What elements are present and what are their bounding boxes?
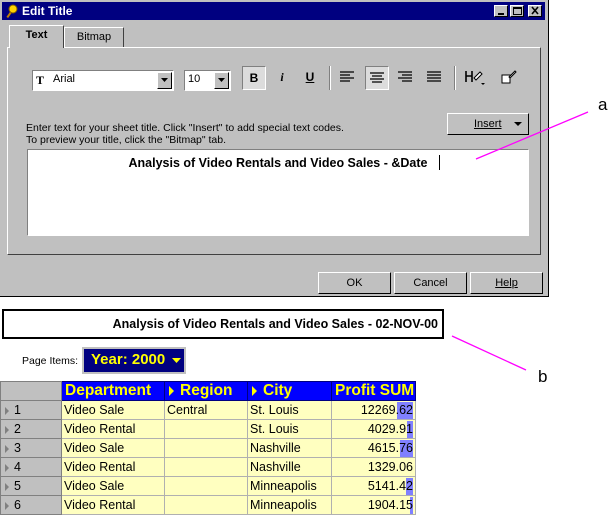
callout-label-b: b bbox=[538, 367, 548, 386]
table-row[interactable]: 1 Video Sale Central St. Louis 12269.62 bbox=[0, 400, 416, 420]
row-number: 3 bbox=[14, 441, 21, 455]
row-header[interactable]: 5 bbox=[0, 476, 62, 496]
column-header-region[interactable]: Region bbox=[164, 381, 248, 401]
cell-city[interactable]: St. Louis bbox=[247, 419, 332, 439]
column-header-label: Profit SUM bbox=[335, 382, 415, 400]
row-arrow-icon bbox=[5, 463, 9, 472]
cell-profit[interactable]: 4615.76 bbox=[331, 438, 416, 458]
cell-profit[interactable]: 4029.91 bbox=[331, 419, 416, 439]
corner-cell bbox=[0, 381, 62, 401]
row-number: 4 bbox=[14, 460, 21, 474]
row-arrow-icon bbox=[5, 425, 9, 434]
row-header[interactable]: 4 bbox=[0, 457, 62, 477]
row-number: 6 bbox=[14, 498, 21, 512]
cell-city[interactable]: Nashville bbox=[247, 438, 332, 458]
profit-value: 12269.62 bbox=[360, 403, 413, 417]
column-header-department[interactable]: Department bbox=[61, 381, 165, 401]
row-arrow-icon bbox=[5, 406, 9, 415]
cell-city[interactable]: St. Louis bbox=[247, 400, 332, 420]
row-header[interactable]: 3 bbox=[0, 438, 62, 458]
row-arrow-icon bbox=[5, 501, 9, 510]
column-header-label: Department bbox=[65, 382, 152, 400]
callout-line-b bbox=[451, 335, 527, 371]
expand-arrow-icon bbox=[169, 385, 174, 396]
cell-profit[interactable]: 5141.42 bbox=[331, 476, 416, 496]
row-arrow-icon bbox=[5, 482, 9, 491]
cell-city[interactable]: Minneapolis bbox=[247, 495, 332, 515]
cell-department[interactable]: Video Sale bbox=[61, 400, 165, 420]
column-header-city[interactable]: City bbox=[247, 381, 332, 401]
cell-profit[interactable]: 1329.06 bbox=[331, 457, 416, 477]
cell-city[interactable]: Minneapolis bbox=[247, 476, 332, 496]
cell-region[interactable] bbox=[164, 495, 248, 515]
table-row[interactable]: 2 Video Rental St. Louis 4029.91 bbox=[0, 419, 416, 439]
column-header-label: City bbox=[263, 382, 293, 400]
tab-text[interactable]: Text bbox=[9, 25, 64, 48]
callout-line-a bbox=[475, 111, 589, 160]
row-number: 1 bbox=[14, 403, 21, 417]
report-title: Analysis of Video Rentals and Video Sale… bbox=[2, 309, 444, 339]
year-value: Year: 2000 bbox=[91, 351, 166, 368]
row-number: 2 bbox=[14, 422, 21, 436]
cell-department[interactable]: Video Rental bbox=[61, 457, 165, 477]
cell-department[interactable]: Video Sale bbox=[61, 438, 165, 458]
row-header[interactable]: 2 bbox=[0, 419, 62, 439]
column-header-label: Region bbox=[180, 382, 233, 400]
report-table: Department Region City Profit SUM 1 Video… bbox=[0, 381, 416, 515]
cell-profit[interactable]: 1904.15 bbox=[331, 495, 416, 515]
cell-city[interactable]: Nashville bbox=[247, 457, 332, 477]
table-row[interactable]: 4 Video Rental Nashville 1329.06 bbox=[0, 457, 416, 477]
table-row[interactable]: 5 Video Sale Minneapolis 5141.42 bbox=[0, 476, 416, 496]
cell-region[interactable] bbox=[164, 419, 248, 439]
cell-region[interactable] bbox=[164, 438, 248, 458]
cell-department[interactable]: Video Rental bbox=[61, 495, 165, 515]
profit-value: 4029.91 bbox=[367, 422, 413, 436]
row-number: 5 bbox=[14, 479, 21, 493]
table-row[interactable]: 6 Video Rental Minneapolis 1904.15 bbox=[0, 495, 416, 515]
cell-region[interactable] bbox=[164, 476, 248, 496]
row-header[interactable]: 1 bbox=[0, 400, 62, 420]
row-arrow-icon bbox=[5, 444, 9, 453]
profit-value: 5141.42 bbox=[367, 479, 413, 493]
profit-value: 1904.15 bbox=[367, 498, 413, 512]
table-header-row: Department Region City Profit SUM bbox=[0, 381, 416, 401]
table-row[interactable]: 3 Video Sale Nashville 4615.76 bbox=[0, 438, 416, 458]
profit-value: 1329.06 bbox=[367, 460, 413, 474]
cell-region[interactable]: Central bbox=[164, 400, 248, 420]
cell-department[interactable]: Video Sale bbox=[61, 476, 165, 496]
callout-label-a: a bbox=[598, 95, 608, 114]
page-items-label: Page Items: bbox=[22, 355, 79, 367]
cell-region[interactable] bbox=[164, 457, 248, 477]
report-title-text: Analysis of Video Rentals and Video Sale… bbox=[112, 317, 438, 331]
column-header-profit[interactable]: Profit SUM bbox=[331, 381, 416, 401]
cell-department[interactable]: Video Rental bbox=[61, 419, 165, 439]
row-header[interactable]: 6 bbox=[0, 495, 62, 515]
year-page-item-select[interactable]: Year: 2000 bbox=[82, 347, 186, 374]
cell-profit[interactable]: 12269.62 bbox=[331, 400, 416, 420]
chevron-down-icon bbox=[172, 358, 181, 363]
profit-value: 4615.76 bbox=[367, 441, 413, 455]
expand-arrow-icon bbox=[252, 385, 257, 396]
